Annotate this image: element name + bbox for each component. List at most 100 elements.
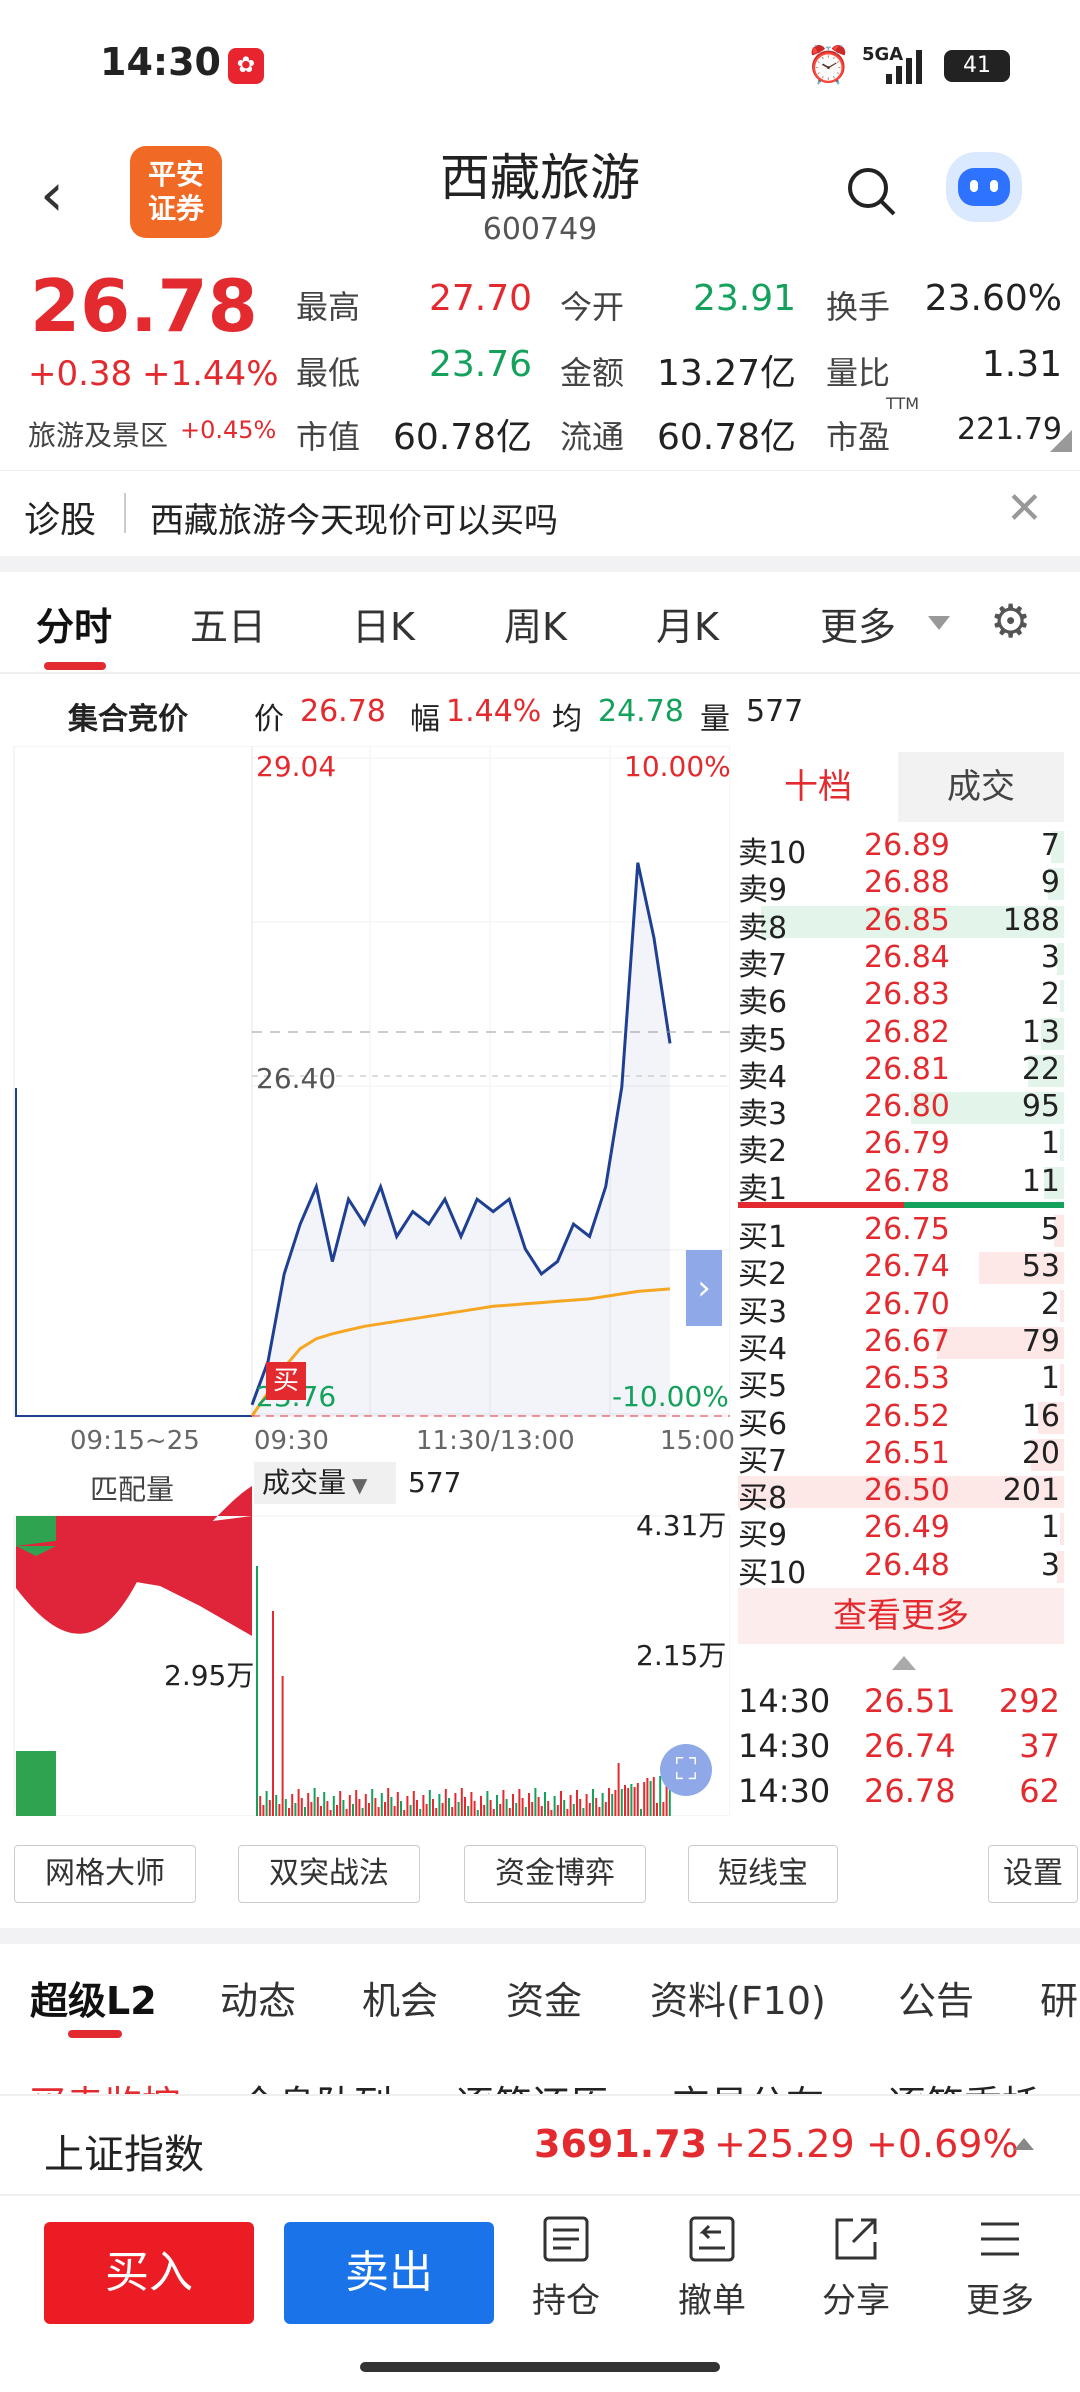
share-button[interactable]: 分享 xyxy=(806,2214,906,2322)
tool-grid-master[interactable]: 网格大师 xyxy=(14,1845,196,1903)
diagnosis-label: 诊股 xyxy=(24,500,97,541)
tab-opportunity[interactable]: 机会 xyxy=(362,1970,438,2025)
bid-level-row[interactable]: 买10 26.48 3 xyxy=(738,1548,1064,1591)
tab-news[interactable]: 动态 xyxy=(220,1970,296,2025)
buy-button[interactable]: 买入 xyxy=(44,2222,254,2324)
expand-corner-icon[interactable] xyxy=(1050,430,1072,452)
bid-level-row[interactable]: 买7 26.51 20 xyxy=(738,1436,1064,1479)
cancel-order-button[interactable]: 撤单 xyxy=(662,2214,762,2322)
more-button[interactable]: 更多 xyxy=(950,2214,1050,2322)
ask-level-row[interactable]: 卖5 26.82 13 xyxy=(738,1015,1064,1058)
axis-top-pct: 10.00% xyxy=(624,750,731,783)
chevron-down-icon[interactable] xyxy=(928,616,950,630)
ask-volume-bar xyxy=(1060,1129,1064,1162)
ask-level-row[interactable]: 卖2 26.79 1 xyxy=(738,1126,1064,1169)
ask-level-row[interactable]: 卖4 26.81 22 xyxy=(738,1051,1064,1095)
ask-level-row[interactable]: 卖1 26.78 11 xyxy=(738,1164,1064,1207)
bid-level-row[interactable]: 买1 26.75 5 xyxy=(738,1212,1064,1255)
tab-super-l2[interactable]: 超级L2 xyxy=(30,1970,157,2025)
ask-level-row[interactable]: 卖10 26.89 7 xyxy=(738,828,1064,871)
ai-robot-icon[interactable] xyxy=(946,152,1022,222)
gear-icon[interactable]: ⚙ xyxy=(990,594,1031,648)
index-value: 3691.73 xyxy=(534,2122,708,2166)
home-indicator[interactable] xyxy=(360,2362,720,2372)
expand-panel-icon[interactable]: › xyxy=(686,1250,722,1326)
tool-short-term[interactable]: 短线宝 xyxy=(688,1845,838,1903)
chevron-up-icon[interactable] xyxy=(892,1656,916,1670)
tab-weekly-k[interactable]: 周K xyxy=(504,596,567,651)
diagnosis-question[interactable]: 西藏旅游今天现价可以买吗 xyxy=(150,493,558,542)
price-chart-svg[interactable] xyxy=(0,746,730,1816)
volume-bar xyxy=(441,1803,444,1816)
volume-bar xyxy=(432,1799,434,1816)
ask-level-volume: 95 xyxy=(1021,1089,1060,1125)
subtab-tick-restore[interactable]: 逐笔还原 xyxy=(456,2074,608,2094)
sector-name[interactable]: 旅游及景区 xyxy=(28,414,168,454)
info-price: 26.78 xyxy=(300,694,386,729)
close-icon[interactable]: ✕ xyxy=(1006,483,1043,534)
volume-bar xyxy=(371,1789,374,1816)
chevron-up-icon[interactable] xyxy=(1014,2138,1034,2150)
tab-daily-k[interactable]: 日K xyxy=(352,596,415,651)
tool-double-breakout[interactable]: 双突战法 xyxy=(238,1845,420,1903)
ask-level-row[interactable]: 卖7 26.84 3 xyxy=(738,940,1064,983)
tool-capital-game[interactable]: 资金博弈 xyxy=(464,1845,646,1903)
tab-intraday[interactable]: 分时 xyxy=(36,596,112,651)
volume-bar xyxy=(560,1791,562,1816)
subtab-trade-monitor[interactable]: 买卖监控 xyxy=(28,2074,180,2094)
fullscreen-icon[interactable]: ⛶ xyxy=(660,1744,712,1796)
bid-level-row[interactable]: 买6 26.52 16 xyxy=(738,1399,1064,1442)
bid-level-row[interactable]: 买3 26.70 2 xyxy=(738,1287,1064,1330)
label-open: 今开 xyxy=(560,288,625,326)
ask-level-volume: 22 xyxy=(1021,1051,1060,1087)
subtab-order-entrust[interactable]: 逐笔委托 xyxy=(888,2074,1040,2094)
volume-bar xyxy=(486,1791,489,1816)
bid-level-row[interactable]: 买5 26.53 1 xyxy=(738,1361,1064,1404)
volume-bar xyxy=(265,1791,268,1816)
tab-research[interactable]: 研 xyxy=(1040,1970,1078,2025)
diagnosis-bar[interactable]: 诊股 西藏旅游今天现价可以买吗 ✕ xyxy=(0,470,1080,560)
bid-level-row[interactable]: 买9 26.49 1 xyxy=(738,1510,1064,1553)
value-pe: 221.79 xyxy=(957,412,1062,447)
tab-orderbook[interactable]: 十档 xyxy=(738,752,898,822)
view-more-button[interactable]: 查看更多 xyxy=(738,1588,1064,1644)
battery-level: 41 xyxy=(963,53,991,78)
ask-level-row[interactable]: 卖8 26.85 188 xyxy=(738,903,1064,946)
tab-trades[interactable]: 成交 xyxy=(898,752,1064,822)
ask-level-row[interactable]: 卖6 26.83 2 xyxy=(738,977,1064,1020)
bid-level-row[interactable]: 买4 26.67 79 xyxy=(738,1324,1064,1367)
bid-level-row[interactable]: 买8 26.50 201 xyxy=(738,1473,1064,1516)
trade-row: 14:30 26.78 62 xyxy=(738,1772,1064,1810)
tab-capital[interactable]: 资金 xyxy=(506,1970,582,2025)
volume-bar xyxy=(384,1802,386,1816)
volume-tab[interactable]: 成交量 ▼ xyxy=(254,1462,396,1504)
volume-bar xyxy=(297,1789,300,1816)
ask-level-row[interactable]: 卖9 26.88 9 xyxy=(738,865,1064,908)
volume-bar xyxy=(304,1807,306,1816)
tab-monthly-k[interactable]: 月K xyxy=(656,596,719,651)
ask-level-row[interactable]: 卖3 26.80 95 xyxy=(738,1089,1064,1132)
sell-button[interactable]: 卖出 xyxy=(284,2222,494,2324)
subtab-full-queue[interactable]: 全息队列 xyxy=(240,2074,392,2094)
tab-more[interactable]: 更多 xyxy=(820,596,896,651)
buy-marker[interactable]: 买 xyxy=(266,1362,306,1400)
volume-bar xyxy=(611,1794,614,1816)
tab-f10[interactable]: 资料(F10) xyxy=(650,1970,826,2025)
info-range-label: 幅 xyxy=(410,702,440,737)
volume-bar xyxy=(281,1676,284,1816)
section-gap xyxy=(0,1928,1080,1944)
holdings-button[interactable]: 持仓 xyxy=(516,2214,616,2322)
volume-bar xyxy=(608,1788,610,1816)
bid-level-row[interactable]: 买2 26.74 53 xyxy=(738,1249,1064,1292)
tab-announcement[interactable]: 公告 xyxy=(898,1970,974,2025)
subtab-distribution[interactable]: 交易分布 xyxy=(672,2074,824,2094)
value-vol-ratio: 1.31 xyxy=(981,344,1062,385)
search-icon[interactable] xyxy=(844,164,900,220)
volume-bar xyxy=(256,1566,258,1816)
cancel-order-icon xyxy=(689,2216,735,2262)
tool-settings[interactable]: 设置 xyxy=(988,1845,1078,1903)
tab-five-day[interactable]: 五日 xyxy=(190,596,266,651)
volume-bar xyxy=(451,1807,454,1816)
axis-bottom-pct: -10.00% xyxy=(612,1380,729,1413)
index-bar[interactable]: 上证指数 3691.73 +25.29 +0.69% xyxy=(0,2094,1080,2196)
